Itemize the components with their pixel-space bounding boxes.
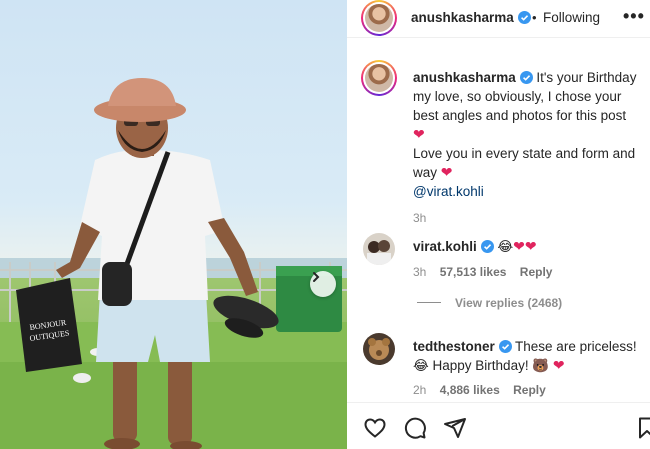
post-side-panel: anushkasharma • Following ••• anushkasha…	[347, 0, 650, 449]
author-avatar[interactable]	[361, 0, 397, 36]
photo-illustration: BONJOUR OUTIQUES	[0, 78, 347, 449]
verified-icon	[480, 240, 494, 253]
heart-emoji: ❤	[413, 126, 425, 142]
commenter-avatar[interactable]	[363, 233, 395, 265]
commenter-avatar[interactable]	[363, 333, 395, 365]
caption-avatar[interactable]	[361, 60, 397, 96]
comment-icon[interactable]	[403, 416, 427, 440]
save-icon[interactable]	[635, 416, 650, 440]
mention-link[interactable]: @virat.kohli	[413, 184, 484, 199]
next-photo-button[interactable]	[310, 271, 336, 297]
caption-time: 3h	[413, 211, 427, 225]
view-replies-label[interactable]: View replies (2468)	[455, 296, 562, 310]
replies-divider	[417, 302, 441, 303]
heart-emoji: ❤❤	[513, 238, 537, 254]
caption-text: anushkasharma It's your Birthday my love…	[413, 68, 648, 228]
comment-body: tedthestoner These are priceless! 😂 Happ…	[413, 337, 648, 400]
reply-button[interactable]: Reply	[513, 383, 546, 397]
comment-text-2: 😂 Happy Birthday! 🐻	[413, 358, 550, 373]
view-replies-button[interactable]: View replies (2468)	[417, 296, 562, 310]
comment-meta: 2h 4,886 likes Reply	[413, 381, 648, 400]
comment-text: These are priceless!	[511, 339, 637, 354]
heart-emoji: ❤	[552, 357, 565, 373]
more-icon[interactable]: •••	[623, 6, 645, 27]
comment-likes[interactable]: 4,886 likes	[440, 383, 500, 397]
comment-meta: 3h 57,513 likes Reply	[413, 263, 648, 282]
following-button[interactable]: Following	[543, 10, 600, 25]
share-icon[interactable]	[443, 416, 467, 440]
verified-icon	[517, 11, 531, 24]
author-username[interactable]: anushkasharma	[411, 10, 531, 25]
verified-icon	[498, 340, 512, 353]
caption-username[interactable]: anushkasharma	[413, 70, 516, 85]
comment-emoji: 😂	[497, 239, 514, 254]
comment-time: 2h	[413, 383, 427, 397]
comment-username[interactable]: tedthestoner	[413, 339, 495, 354]
chevron-right-icon	[313, 272, 320, 282]
verified-icon	[519, 71, 533, 84]
heart-emoji: ❤	[440, 164, 453, 180]
comment-time: 3h	[413, 265, 427, 279]
like-icon[interactable]	[363, 416, 387, 440]
reply-button[interactable]: Reply	[520, 265, 553, 279]
separator-dot: •	[532, 10, 537, 25]
post-photo[interactable]: BONJOUR OUTIQUES	[0, 0, 347, 449]
comment-likes[interactable]: 57,513 likes	[440, 265, 507, 279]
comment-username[interactable]: virat.kohli	[413, 239, 477, 254]
comment-body: virat.kohli 😂❤❤ 3h 57,513 likes Reply	[413, 237, 648, 282]
action-bar	[347, 402, 650, 449]
author-username-text[interactable]: anushkasharma	[411, 10, 514, 25]
post-header: anushkasharma • Following •••	[347, 0, 650, 38]
